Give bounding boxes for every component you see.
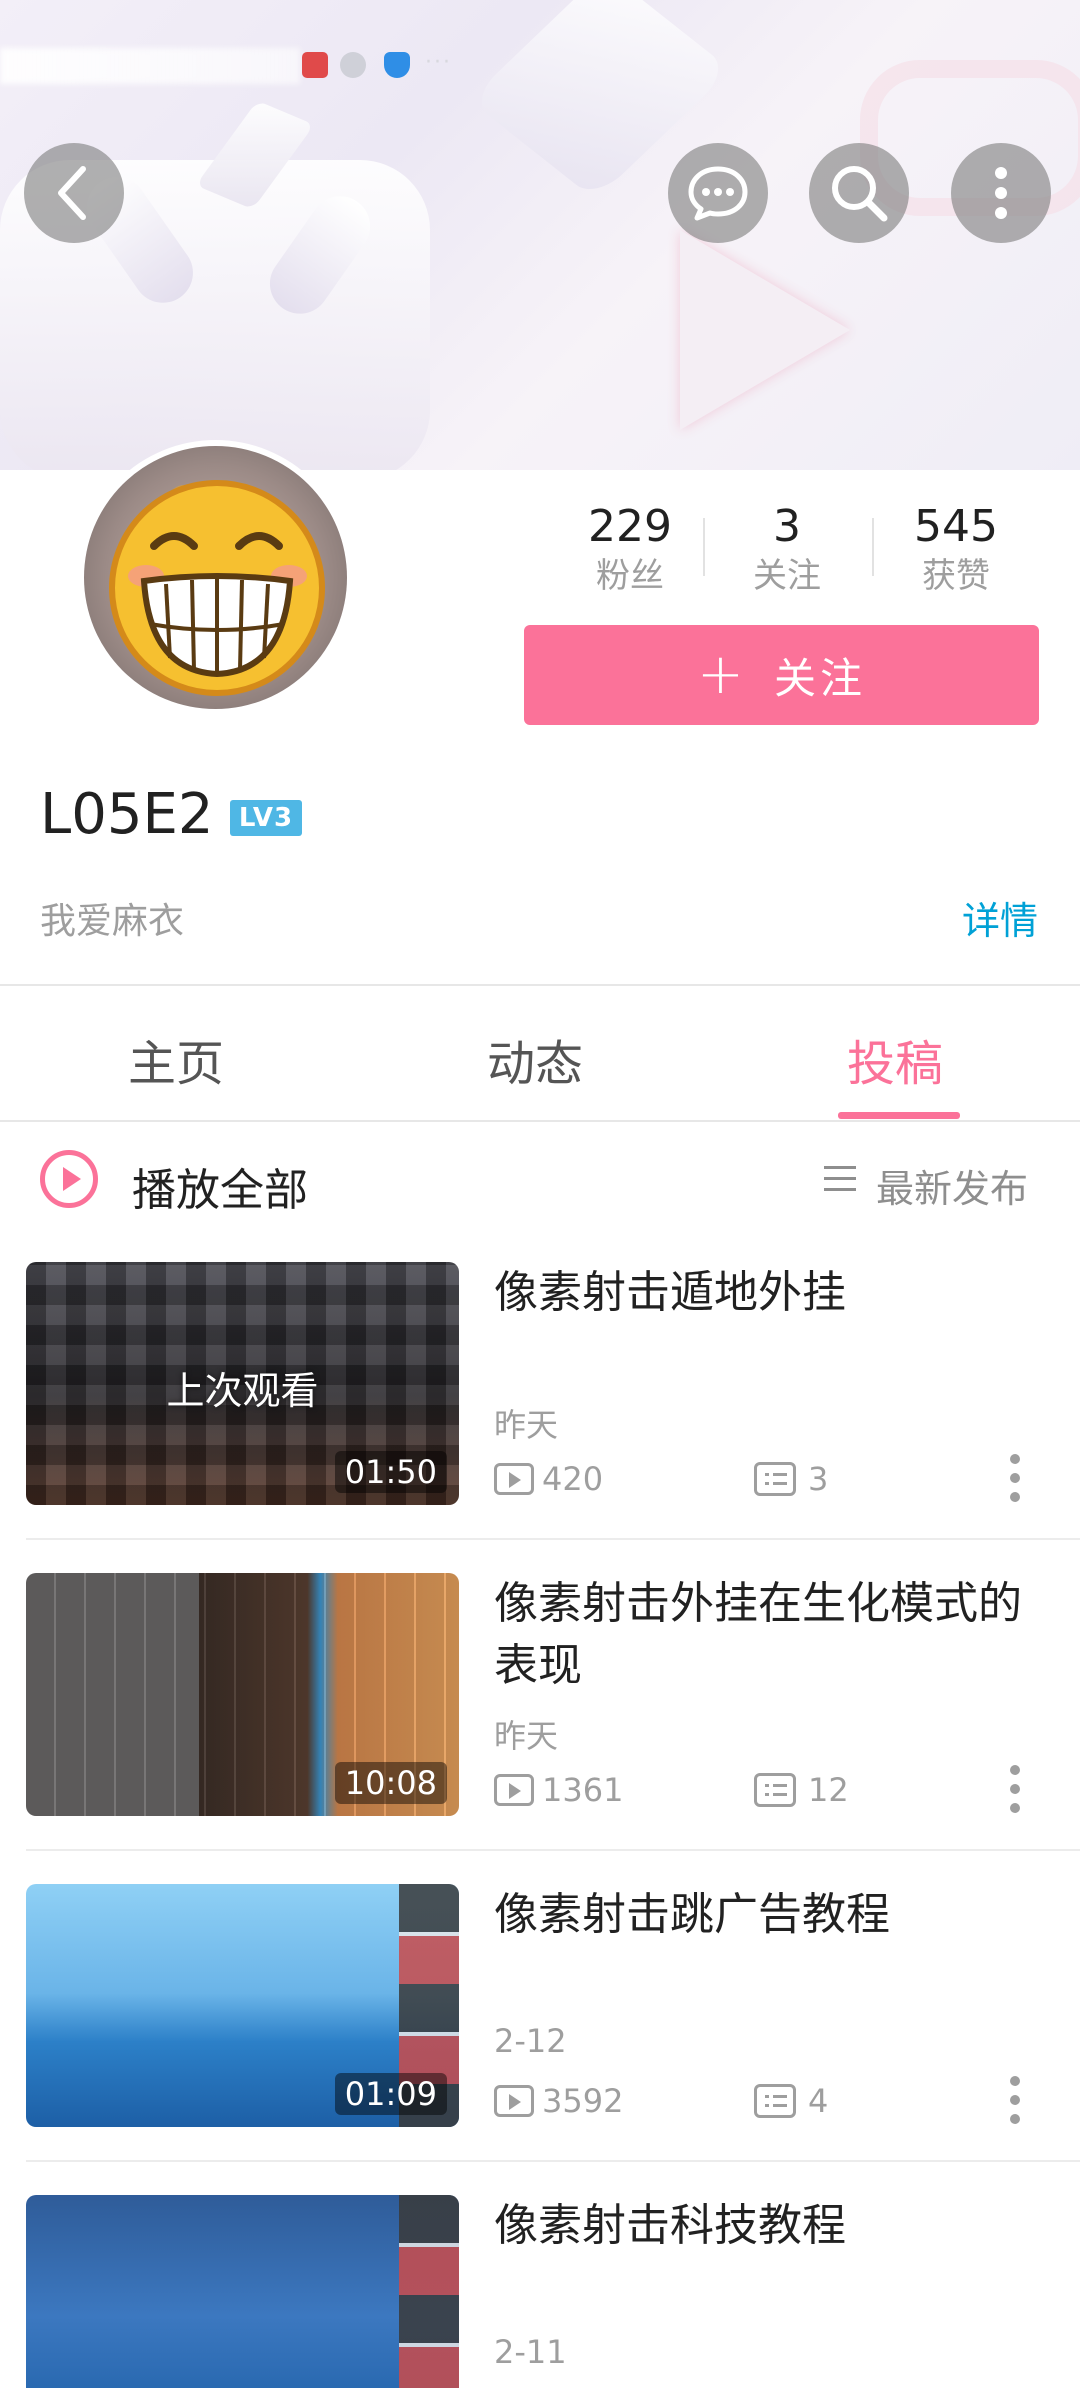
video-duration: 01:50 [334,1451,447,1493]
last-watched-label: 上次观看 [166,1369,319,1413]
video-date: 昨天 [494,1406,559,1444]
video-date: 昨天 [494,1717,559,1755]
video-duration: 01:09 [334,2073,447,2115]
comment-count: 3 [754,1460,828,1498]
chevron-left-icon [58,166,86,220]
comment-count-value: 12 [808,1771,849,1809]
status-more-dots: ··· [425,50,452,75]
play-count: 3592 [494,2082,623,2120]
comment-count-value: 3 [808,1460,829,1498]
video-item[interactable]: 01:09 像素射击跳广告教程 2-12 3592 4 [0,1884,1080,2194]
book-icon [302,52,328,78]
shield-icon [384,52,410,78]
search-icon [832,166,888,222]
play-count: 420 [494,1460,603,1498]
video-date: 2-12 [494,2022,567,2060]
comment-icon [754,1462,796,1496]
active-tab-indicator [838,1112,960,1119]
status-bar-blurred [0,48,300,84]
following-label: 关注 [753,556,821,596]
signature: 我爱麻衣 [40,901,185,942]
chat-bubble-icon [688,166,748,221]
play-count-icon [494,1774,534,1806]
divider [26,1538,1080,1540]
play-all-button[interactable]: 播放全部 [132,1154,308,1218]
fans-count: 229 [588,501,672,552]
likes-label: 获赞 [922,556,990,596]
tab-posts[interactable]: 投稿 [847,1024,943,1094]
likes-stat[interactable]: 545 获赞 [886,500,1026,598]
level-badge: LV3 [230,800,302,836]
avatar[interactable] [78,440,353,715]
stat-divider [872,518,874,576]
plus-icon: + [697,642,744,707]
video-item[interactable]: 像素射击科技教程 2-11 [0,2195,1080,2388]
more-button[interactable] [951,143,1051,243]
back-button[interactable] [24,143,124,243]
play-count-icon [494,2085,534,2117]
video-title[interactable]: 像素射击遁地外挂 [494,1262,1054,1324]
play-count-value: 3592 [542,2082,624,2120]
profile-banner: ··· [0,0,1080,470]
video-thumbnail[interactable]: 10:08 [26,1573,459,1816]
grinning-face-icon [109,480,325,696]
more-vertical-icon[interactable] [1010,1765,1022,1822]
video-thumbnail[interactable] [26,2195,459,2388]
more-vertical-icon[interactable] [1010,1454,1022,1511]
thumbnail-side-panel [399,2195,459,2388]
follow-label: 关注 [773,653,866,703]
banner-decoration [680,230,850,430]
divider [26,1849,1080,1851]
comment-count: 4 [754,2082,828,2120]
detail-link[interactable]: 详情 [962,890,1038,945]
sort-button[interactable]: 最新发布 [876,1158,1028,1213]
search-button[interactable] [809,143,909,243]
video-title[interactable]: 像素射击科技教程 [494,2195,1054,2257]
video-title[interactable]: 像素射击跳广告教程 [494,1884,1054,1946]
play-count-value: 1361 [542,1771,624,1809]
comment-icon [754,2084,796,2118]
avatar-image [84,446,347,709]
fans-label: 粉丝 [596,556,664,596]
likes-count: 545 [914,501,998,552]
video-duration: 10:08 [334,1762,447,1804]
message-button[interactable] [668,143,768,243]
video-item[interactable]: 10:08 像素射击外挂在生化模式的表现 昨天 1361 12 [0,1573,1080,1883]
play-count: 1361 [494,1771,623,1809]
fans-stat[interactable]: 229 粉丝 [560,500,700,598]
play-all-bar: 播放全部 最新发布 [0,1122,1080,1242]
more-vertical-icon[interactable] [1010,2076,1022,2133]
comment-count: 12 [754,1771,849,1809]
follow-button[interactable]: + 关注 [524,625,1039,725]
gray-app-icon [340,52,366,78]
following-count: 3 [773,501,801,552]
more-vertical-icon [995,167,1007,219]
comment-icon [754,1773,796,1807]
profile-stats: 229 粉丝 3 关注 545 获赞 [540,500,1060,600]
comment-count-value: 4 [808,2082,829,2120]
tab-home[interactable]: 主页 [128,1024,224,1094]
play-count-icon [494,1463,534,1495]
video-item[interactable]: 上次观看 01:50 像素射击遁地外挂 昨天 420 3 [0,1262,1080,1572]
play-circle-icon[interactable] [40,1150,98,1208]
video-date: 2-11 [494,2333,567,2371]
profile-tabs: 主页 动态 投稿 [0,986,1080,1120]
tab-dynamic[interactable]: 动态 [487,1024,583,1094]
stat-divider [703,518,705,576]
video-title[interactable]: 像素射击外挂在生化模式的表现 [494,1573,1054,1697]
play-count-value: 420 [542,1460,604,1498]
video-thumbnail[interactable]: 01:09 [26,1884,459,2127]
username: L05E2 [40,782,214,847]
video-thumbnail[interactable]: 上次观看 01:50 [26,1262,459,1505]
sort-icon[interactable] [824,1166,856,1192]
following-stat[interactable]: 3 关注 [717,500,857,598]
divider [26,2160,1080,2162]
